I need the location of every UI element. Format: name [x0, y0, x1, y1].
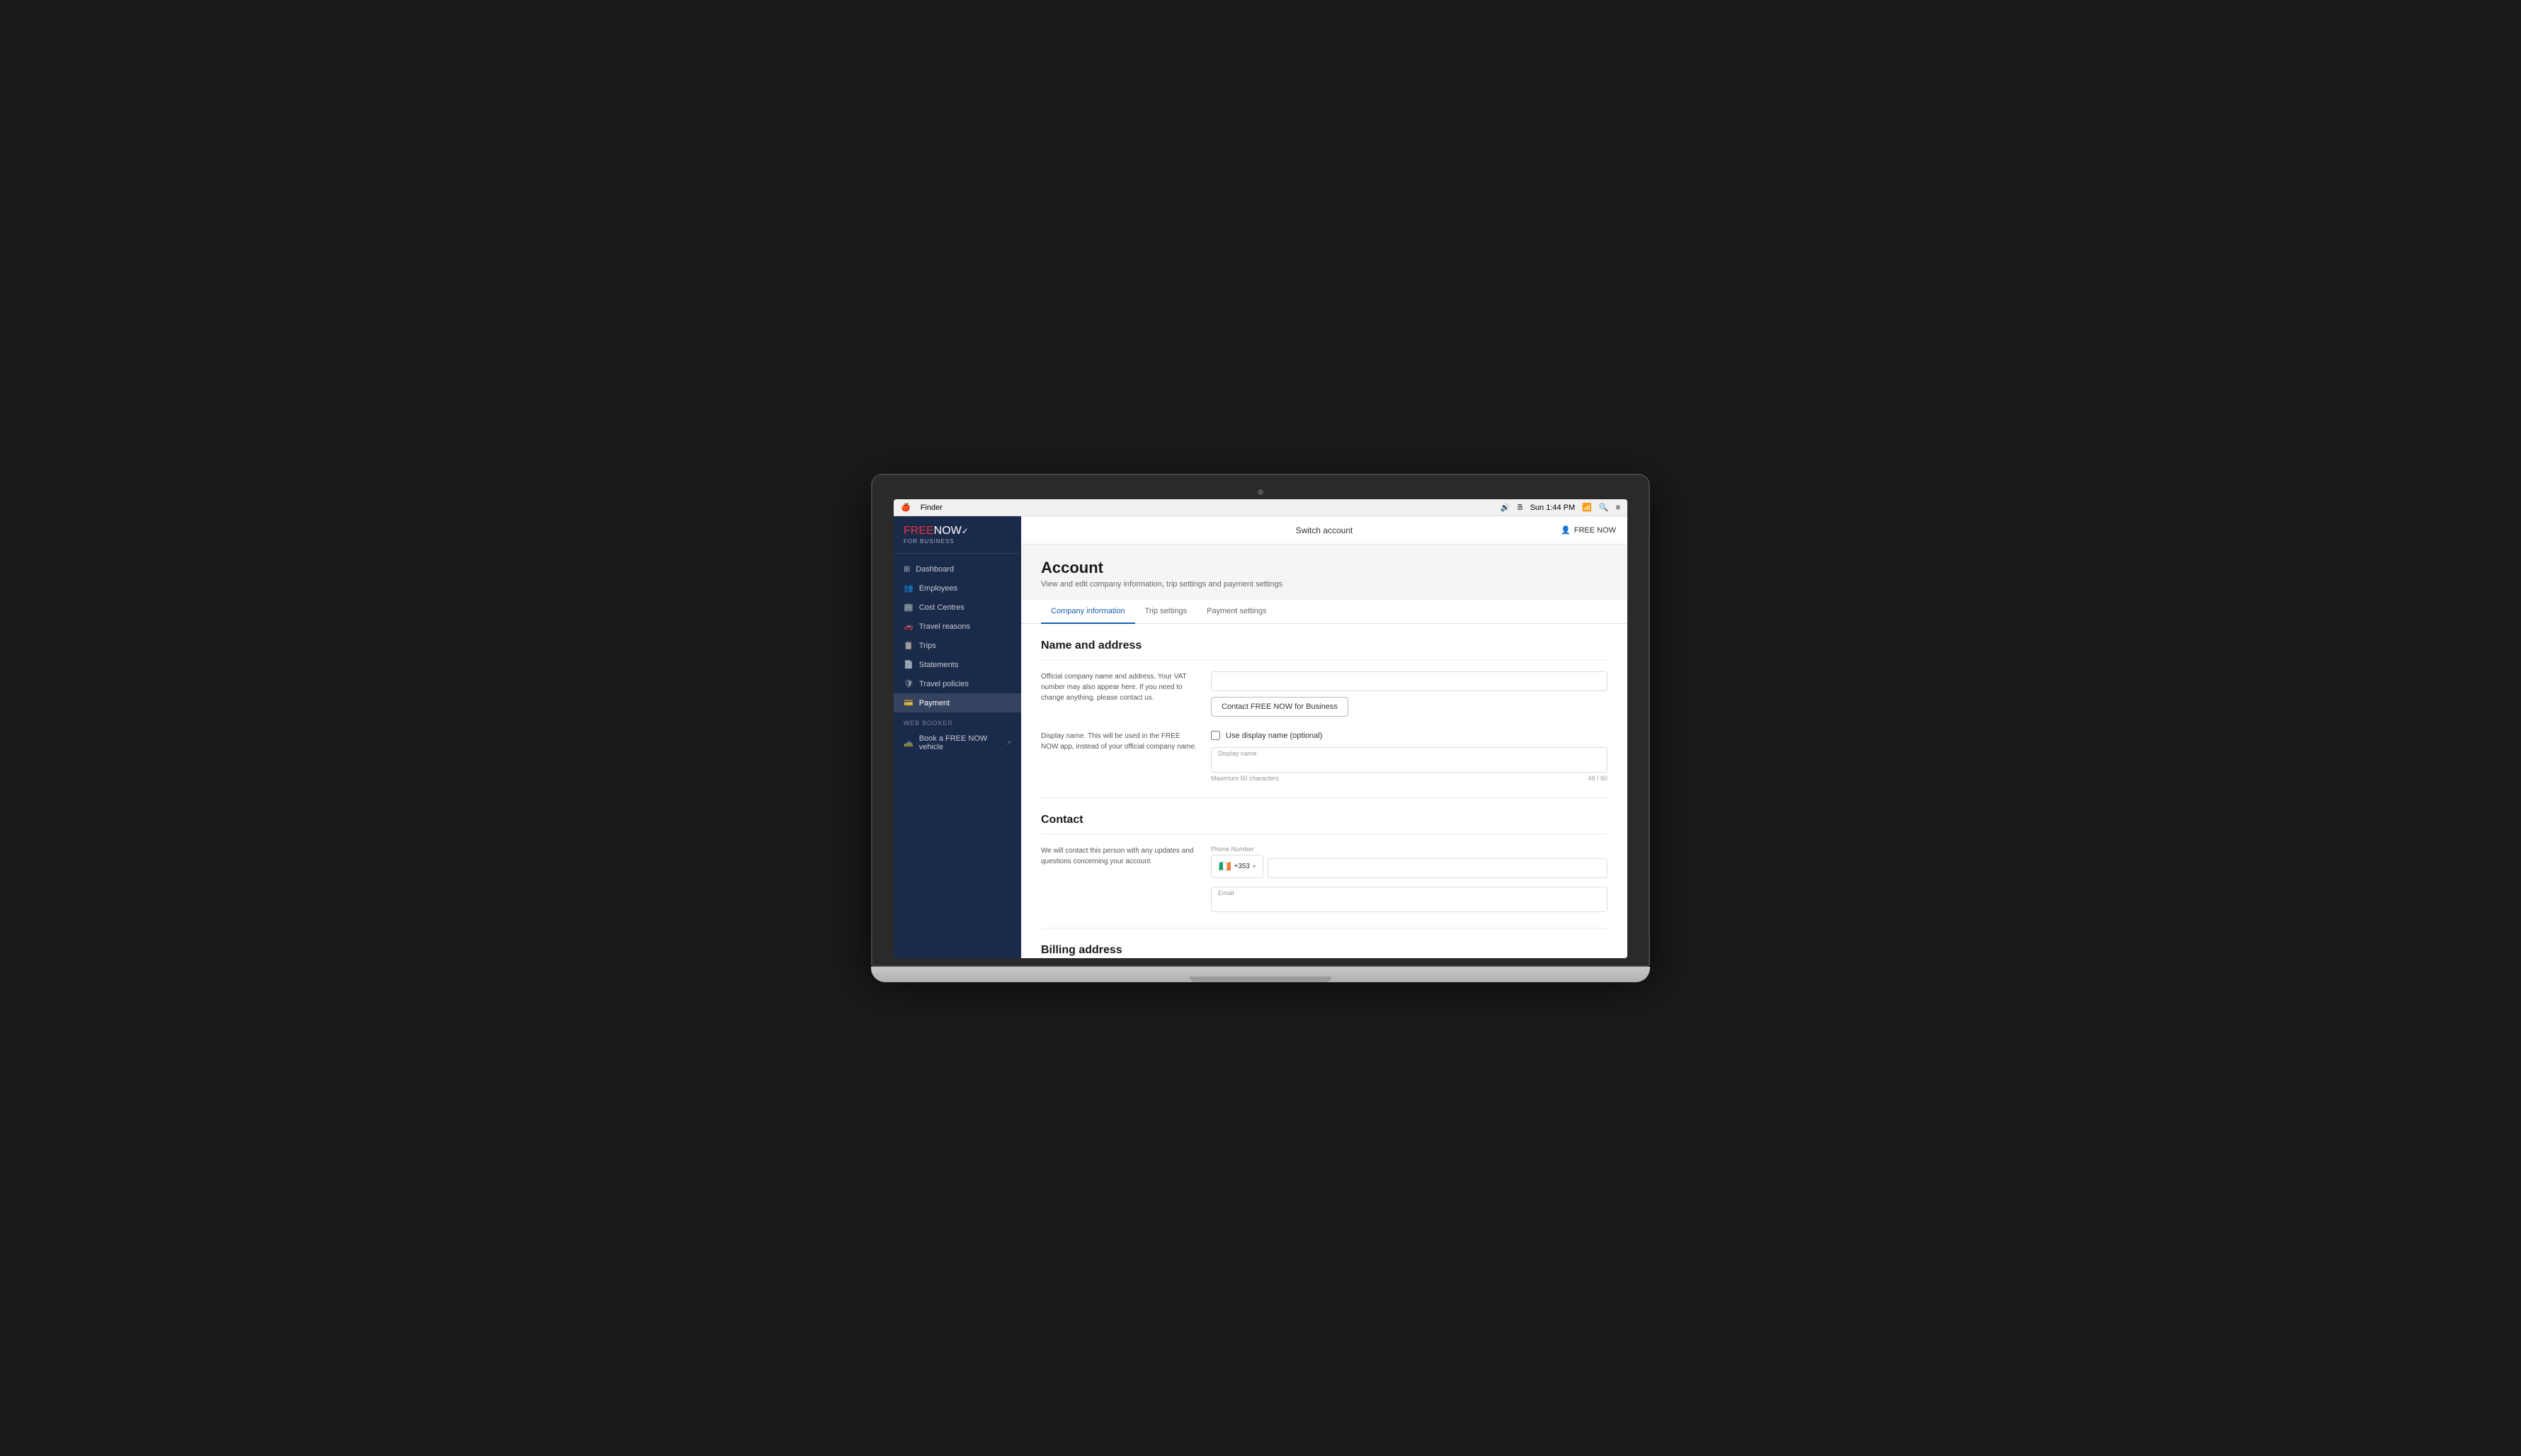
- menu-bar: 🍎 Finder 🔊 𝔹 Sun 1:44 PM 📶 🔍 ≡: [894, 499, 1627, 516]
- sidebar: FREENOW✓ FOR BUSINESS ⊞ Dashboard 👥 Empl…: [894, 516, 1021, 958]
- book-vehicle-icon: 🚕: [904, 739, 914, 748]
- volume-icon: 🔊: [1501, 503, 1510, 512]
- page-title: Account: [1041, 559, 1607, 577]
- web-booker-section-label: WEB BOOKER: [894, 712, 1021, 729]
- search-icon[interactable]: 🔍: [1599, 503, 1609, 512]
- sidebar-navigation: ⊞ Dashboard 👥 Employees 🏢 Cost Centres: [894, 554, 1021, 762]
- sidebar-item-payment[interactable]: 💳 Payment: [894, 693, 1021, 712]
- phone-country-selector[interactable]: 🇮🇪 +353 ▾: [1211, 855, 1263, 878]
- official-name-row: Official company name and address. Your …: [1041, 671, 1607, 717]
- contact-free-now-button[interactable]: Contact FREE NOW for Business: [1211, 697, 1348, 717]
- name-and-address-title: Name and address: [1041, 639, 1607, 660]
- laptop-base: [871, 967, 1650, 982]
- contact-row: We will contact this person with any upd…: [1041, 846, 1607, 912]
- phone-code-label: +353: [1234, 863, 1250, 870]
- tab-company-information[interactable]: Company information: [1041, 600, 1135, 624]
- header-user: 👤 FREE NOW: [1561, 525, 1616, 535]
- sidebar-item-trips[interactable]: 📋 Trips: [894, 636, 1021, 655]
- apple-logo-icon[interactable]: 🍎: [901, 503, 911, 512]
- display-name-counter: 49 / 60: [1588, 775, 1607, 782]
- display-name-field-wrapper: Display name: [1211, 747, 1607, 773]
- display-name-fields: Use display name (optional) Display name…: [1211, 731, 1607, 782]
- cost-centres-icon: 🏢: [904, 603, 914, 612]
- billing-address-title: Billing address: [1041, 944, 1607, 958]
- display-name-description-text: Display name. This will be used in the F…: [1041, 731, 1197, 752]
- bluetooth-icon: 𝔹: [1518, 503, 1523, 512]
- sidebar-item-employees[interactable]: 👥 Employees: [894, 579, 1021, 598]
- travel-policies-icon: 🛡: [904, 679, 914, 688]
- logo-sub: FOR BUSINESS: [904, 538, 1011, 545]
- time-label: Sun 1:44 PM: [1530, 504, 1576, 512]
- tabs-bar: Company information Trip settings Paymen…: [1021, 600, 1627, 624]
- logo-free: FREE: [904, 525, 934, 537]
- display-name-hints: Maximum 60 characters 49 / 60: [1211, 775, 1607, 782]
- statements-icon: 📄: [904, 660, 914, 669]
- phone-dropdown-chevron-icon: ▾: [1253, 863, 1256, 870]
- contact-description: We will contact this person with any upd…: [1041, 846, 1197, 912]
- sidebar-item-cost-centres[interactable]: 🏢 Cost Centres: [894, 598, 1021, 617]
- dashboard-icon: ⊞: [904, 564, 910, 574]
- switch-account-label: Switch account: [1296, 525, 1353, 535]
- use-display-name-label: Use display name (optional): [1226, 732, 1322, 740]
- sidebar-item-travel-policies-label: Travel policies: [919, 680, 969, 688]
- sidebar-item-travel-policies[interactable]: 🛡 Travel policies: [894, 674, 1021, 693]
- sidebar-item-statements-label: Statements: [919, 661, 959, 669]
- payment-icon: 💳: [904, 698, 914, 707]
- page-subtitle: View and edit company information, trip …: [1041, 580, 1607, 588]
- email-input[interactable]: [1211, 887, 1607, 912]
- phone-number-label: Phone Number: [1211, 846, 1607, 853]
- official-name-input[interactable]: [1211, 671, 1607, 691]
- phone-number-group: 🇮🇪 +353 ▾: [1211, 855, 1607, 878]
- sidebar-item-trips-label: Trips: [919, 642, 936, 650]
- official-name-description-text: Official company name and address. Your …: [1041, 671, 1197, 703]
- display-name-hint: Maximum 60 characters: [1211, 775, 1279, 782]
- use-display-name-checkbox[interactable]: [1211, 731, 1220, 740]
- sidebar-item-statements[interactable]: 📄 Statements: [894, 655, 1021, 674]
- display-name-field-label: Display name: [1218, 750, 1257, 757]
- contact-description-text: We will contact this person with any upd…: [1041, 846, 1197, 867]
- display-name-row: Display name. This will be used in the F…: [1041, 731, 1607, 782]
- sidebar-item-dashboard-label: Dashboard: [916, 565, 954, 574]
- official-name-fields: Contact FREE NOW for Business: [1211, 671, 1607, 717]
- top-header: Switch account 👤 FREE NOW: [1021, 516, 1627, 545]
- display-name-input[interactable]: [1211, 747, 1607, 773]
- sidebar-item-book-vehicle-label: Book a FREE NOW vehicle: [919, 734, 1001, 751]
- ireland-flag-icon: 🇮🇪: [1219, 860, 1231, 872]
- trips-icon: 📋: [904, 641, 914, 650]
- sidebar-item-book-vehicle[interactable]: 🚕 Book a FREE NOW vehicle ↗: [894, 729, 1021, 756]
- sidebar-item-payment-label: Payment: [919, 699, 950, 707]
- user-label: FREE NOW: [1574, 526, 1616, 535]
- contact-section-title: Contact: [1041, 814, 1607, 834]
- sidebar-item-dashboard[interactable]: ⊞ Dashboard: [894, 559, 1021, 579]
- sidebar-item-cost-centres-label: Cost Centres: [919, 603, 964, 612]
- finder-label: Finder: [921, 504, 943, 512]
- logo-check: ✓: [962, 526, 969, 536]
- content-wrapper: Switch account 👤 FREE NOW Account View a…: [1021, 516, 1627, 958]
- phone-number-input[interactable]: [1268, 858, 1607, 878]
- content-area: Account View and edit company informatio…: [1021, 545, 1627, 958]
- main-content: Name and address Official company name a…: [1021, 624, 1627, 958]
- sidebar-item-travel-reasons[interactable]: 🚗 Travel reasons: [894, 617, 1021, 636]
- section-divider-1: [1041, 797, 1607, 798]
- user-icon: 👤: [1561, 525, 1571, 535]
- menu-icon[interactable]: ≡: [1616, 504, 1620, 512]
- display-name-description: Display name. This will be used in the F…: [1041, 731, 1197, 782]
- use-display-name-row: Use display name (optional): [1211, 731, 1607, 740]
- official-name-description: Official company name and address. Your …: [1041, 671, 1197, 717]
- page-header: Account View and edit company informatio…: [1021, 545, 1627, 600]
- tab-trip-settings[interactable]: Trip settings: [1135, 600, 1197, 624]
- switch-account-button[interactable]: Switch account: [1296, 525, 1353, 535]
- email-field-wrapper: Email: [1211, 887, 1607, 912]
- tab-payment-settings[interactable]: Payment settings: [1197, 600, 1276, 624]
- sidebar-item-travel-reasons-label: Travel reasons: [919, 622, 970, 631]
- logo-now: NOW: [934, 525, 962, 537]
- sidebar-logo: FREENOW✓ FOR BUSINESS: [894, 516, 1021, 554]
- contact-fields: Phone Number 🇮🇪 +353 ▾: [1211, 846, 1607, 912]
- employees-icon: 👥: [904, 584, 914, 593]
- sidebar-item-employees-label: Employees: [919, 584, 957, 593]
- laptop-camera: [1258, 489, 1263, 495]
- travel-reasons-icon: 🚗: [904, 622, 914, 631]
- wifi-icon: 📶: [1582, 503, 1592, 512]
- external-link-icon: ↗: [1006, 739, 1011, 747]
